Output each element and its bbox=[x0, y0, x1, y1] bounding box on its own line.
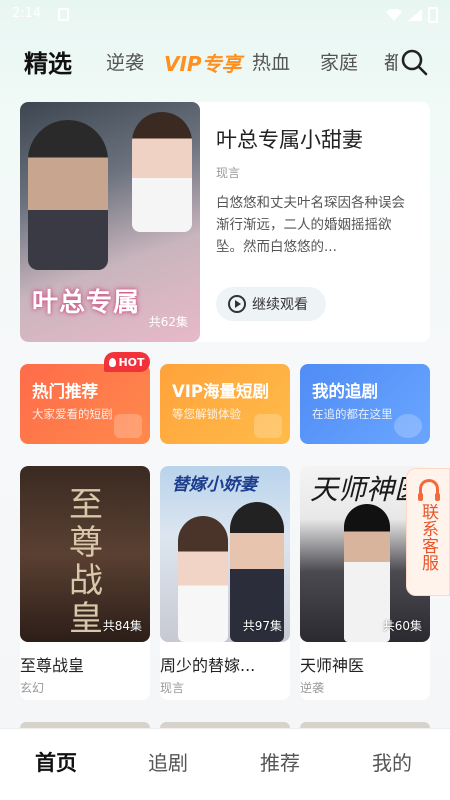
nav-following[interactable]: 追剧 bbox=[133, 747, 203, 776]
film-reel-icon bbox=[394, 414, 422, 438]
category-title: 热门推荐 bbox=[32, 382, 98, 401]
category-hot-recommend[interactable]: 热门推荐 大家爱看的短剧 bbox=[20, 364, 150, 444]
drama-card[interactable]: 替嫁小娇妻 共97集 周少的替嫁... 现言 bbox=[160, 466, 290, 700]
clapperboard-icon bbox=[254, 414, 282, 438]
status-time: 2:14 bbox=[12, 6, 42, 21]
featured-genre: 现言 bbox=[216, 166, 241, 180]
drama-genre: 逆袭 bbox=[300, 681, 325, 695]
continue-watching-button[interactable]: 继续观看 bbox=[216, 287, 326, 321]
hot-badge: HOT bbox=[104, 352, 150, 372]
tab-urban[interactable]: 都 bbox=[384, 48, 398, 75]
flame-icon bbox=[109, 357, 117, 367]
poster-figure-man bbox=[28, 120, 108, 270]
play-icon bbox=[228, 295, 246, 313]
continue-watching-label: 继续观看 bbox=[252, 297, 308, 313]
poster-figure-woman bbox=[132, 112, 192, 232]
drama-title: 周少的替嫁... bbox=[160, 656, 256, 675]
category-title: VIP海量短剧 bbox=[172, 382, 270, 401]
nav-home[interactable]: 首页 bbox=[21, 747, 91, 777]
category-title: 我的追剧 bbox=[312, 382, 378, 401]
tab-hot-blood[interactable]: 热血 bbox=[252, 48, 290, 75]
hot-badge-label: HOT bbox=[118, 355, 145, 369]
signal-icon bbox=[408, 9, 422, 21]
status-bar: 2:14 bbox=[0, 0, 450, 32]
cover-title-text: 至尊战皇 bbox=[69, 485, 103, 639]
drama-card[interactable]: 至尊战皇 共84集 至尊战皇 玄幻 bbox=[20, 466, 150, 700]
cover-title-text: 替嫁小娇妻 bbox=[172, 475, 257, 495]
category-subtitle: 大家爱看的短剧 bbox=[32, 407, 113, 421]
featured-title: 叶总专属小甜妻 bbox=[216, 128, 363, 152]
category-subtitle: 在追的都在这里 bbox=[312, 407, 393, 421]
featured-drama-card[interactable]: 叶总专属 共62集 叶总专属小甜妻 现言 白悠悠和丈夫叶名琛因各种误会渐行渐远，… bbox=[20, 102, 430, 342]
video-icon bbox=[114, 414, 142, 438]
cover-figure-woman bbox=[178, 516, 228, 642]
search-icon[interactable] bbox=[400, 48, 428, 76]
featured-episode-count: 共62集 bbox=[148, 315, 188, 329]
poster-title: 叶总专属 bbox=[32, 288, 141, 318]
drama-genre: 玄幻 bbox=[20, 681, 45, 695]
drama-title: 天师神医 bbox=[300, 656, 365, 675]
top-tab-bar: 精选 逆袭 VIP专享 热血 家庭 都 bbox=[0, 40, 450, 84]
bottom-navigation: 首页 追剧 推荐 我的 bbox=[0, 728, 450, 800]
drama-genre: 现言 bbox=[160, 681, 185, 695]
drama-episode-count: 共97集 bbox=[242, 619, 282, 633]
drama-episode-count: 共60集 bbox=[382, 619, 422, 633]
featured-description: 白悠悠和丈夫叶名琛因各种误会渐行渐远，二人的婚姻摇摇欲坠。然而白悠悠的... bbox=[216, 195, 405, 255]
category-my-follows[interactable]: 我的追剧 在追的都在这里 bbox=[300, 364, 430, 444]
notification-icon bbox=[58, 8, 69, 21]
category-vip-dramas[interactable]: VIP海量短剧 等您解锁体验 bbox=[160, 364, 290, 444]
tab-comeback[interactable]: 逆袭 bbox=[106, 48, 144, 75]
nav-profile[interactable]: 我的 bbox=[357, 747, 427, 776]
status-icons bbox=[386, 7, 438, 23]
drama-cover[interactable]: 替嫁小娇妻 共97集 bbox=[160, 466, 290, 642]
drama-title: 至尊战皇 bbox=[20, 656, 85, 675]
wifi-icon bbox=[386, 9, 402, 21]
tab-family[interactable]: 家庭 bbox=[320, 48, 358, 75]
customer-service-button[interactable]: 联系客服 bbox=[406, 468, 450, 596]
headset-icon bbox=[418, 479, 440, 501]
category-subtitle: 等您解锁体验 bbox=[172, 407, 241, 421]
tab-featured[interactable]: 精选 bbox=[24, 44, 72, 79]
customer-service-label: 联系客服 bbox=[418, 503, 438, 571]
battery-icon bbox=[428, 7, 438, 23]
tab-vip-exclusive[interactable]: VIP专享 bbox=[164, 48, 242, 77]
nav-recommend[interactable]: 推荐 bbox=[245, 747, 315, 776]
drama-cover[interactable]: 至尊战皇 共84集 bbox=[20, 466, 150, 642]
featured-poster[interactable]: 叶总专属 共62集 bbox=[20, 102, 200, 342]
drama-episode-count: 共84集 bbox=[102, 619, 142, 633]
